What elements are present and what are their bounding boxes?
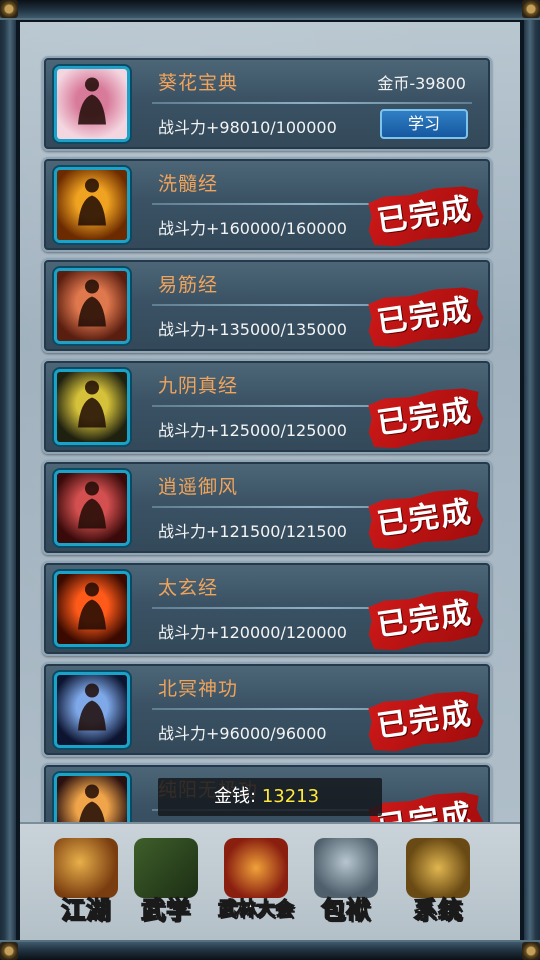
skill-card[interactable]: 太玄经战斗力+120000/120000 已完成 [42,561,492,656]
divider [152,102,472,104]
money-display: 金钱: 13213 [158,778,382,816]
skill-figure [70,782,114,822]
bottom-frame-bar [0,940,540,960]
corner-ornament-icon [522,0,540,18]
skill-name: 北冥神功 [158,678,239,700]
cloth-bag-icon [314,838,378,898]
corner-ornament-icon [522,942,540,960]
nav-item-2[interactable]: 武学 [120,834,212,934]
completed-stamp: 已完成 [363,282,487,352]
completed-stamp: 已完成 [363,585,487,655]
right-frame-post [524,20,536,940]
skill-figure [70,479,114,538]
skill-card[interactable]: 葵花宝典战斗力+98010/100000 金币-39800 学习 [42,56,492,151]
corner-ornament-icon [0,0,18,18]
skill-name: 葵花宝典 [158,72,239,94]
skill-card[interactable]: 逍遥御风战斗力+121500/121500 已完成 [42,460,492,555]
nav-item-5[interactable]: 系统 [392,834,484,934]
dark-power-fighter-icon[interactable] [54,672,130,748]
nav-label: 系统 [412,894,463,924]
combat-power-stat: 战斗力+120000/120000 [158,623,347,642]
skill-figure [70,75,114,134]
skill-card[interactable]: 北冥神功战斗力+96000/96000 已完成 [42,662,492,757]
completed-stamp: 已完成 [363,484,487,554]
bottom-nav-bar: 江湖 武学 武林大会 包袱 系统 [20,822,520,940]
skill-card[interactable]: 洗髓经战斗力+160000/160000 已完成 [42,157,492,252]
combat-power-stat: 战斗力+135000/135000 [158,320,347,339]
skill-list-panel[interactable]: 葵花宝典战斗力+98010/100000 金币-39800 学习洗髓经战斗力+160… [20,22,520,822]
coin-cost: 金币-39800 [377,74,466,93]
completed-stamp: 已完成 [363,383,487,453]
nav-item-3[interactable]: 武林大会 [210,834,302,934]
learn-button[interactable]: 学习 [380,109,468,139]
meditating-monk-icon[interactable] [54,268,130,344]
skill-name: 逍遥御风 [158,476,239,498]
glowing-monk-icon[interactable] [54,773,130,822]
completed-stamp: 已完成 [363,686,487,756]
skill-name: 太玄经 [158,577,219,599]
gear-icon [406,838,470,898]
nav-label: 武林大会 [217,897,294,920]
skill-name: 易筋经 [158,274,219,296]
completed-stamp: 已完成 [363,181,487,251]
martial-book-icon [134,838,198,898]
nav-label: 江湖 [60,894,111,924]
wind-figure-icon[interactable] [54,470,130,546]
skill-name: 洗髓经 [158,173,219,195]
skill-figure [70,580,114,639]
combat-power-stat: 战斗力+96000/96000 [158,724,327,743]
combat-power-stat: 战斗力+121500/121500 [158,522,347,541]
skill-figure [70,378,114,437]
left-frame-post [4,20,16,940]
crossed-swords-fighter-icon[interactable] [54,571,130,647]
portrait-woman-icon[interactable] [54,66,130,142]
skill-figure [70,176,114,235]
skill-name: 九阴真经 [158,375,239,397]
war-drum-icon [224,838,288,898]
skill-list: 葵花宝典战斗力+98010/100000 金币-39800 学习洗髓经战斗力+160… [42,56,494,822]
combat-power-stat: 战斗力+160000/160000 [158,219,347,238]
money-value: 13213 [261,786,320,807]
skill-card[interactable]: 易筋经战斗力+135000/135000 已完成 [42,258,492,353]
top-frame-bar [0,0,540,20]
nav-label: 包袱 [320,894,371,924]
skill-figure [70,681,114,740]
skill-figure [70,277,114,336]
gourd-umbrella-icon [54,838,118,898]
kungfu-fighter-icon[interactable] [54,369,130,445]
corner-ornament-icon [0,942,18,960]
nav-item-1[interactable]: 江湖 [40,834,132,934]
combat-power-stat: 战斗力+98010/100000 [158,118,337,137]
money-label: 金钱: [214,786,257,807]
combat-power-stat: 战斗力+125000/125000 [158,421,347,440]
nav-item-4[interactable]: 包袱 [300,834,392,934]
skill-card[interactable]: 九阴真经战斗力+125000/125000 已完成 [42,359,492,454]
golden-buddha-icon[interactable] [54,167,130,243]
nav-label: 武学 [140,894,191,924]
